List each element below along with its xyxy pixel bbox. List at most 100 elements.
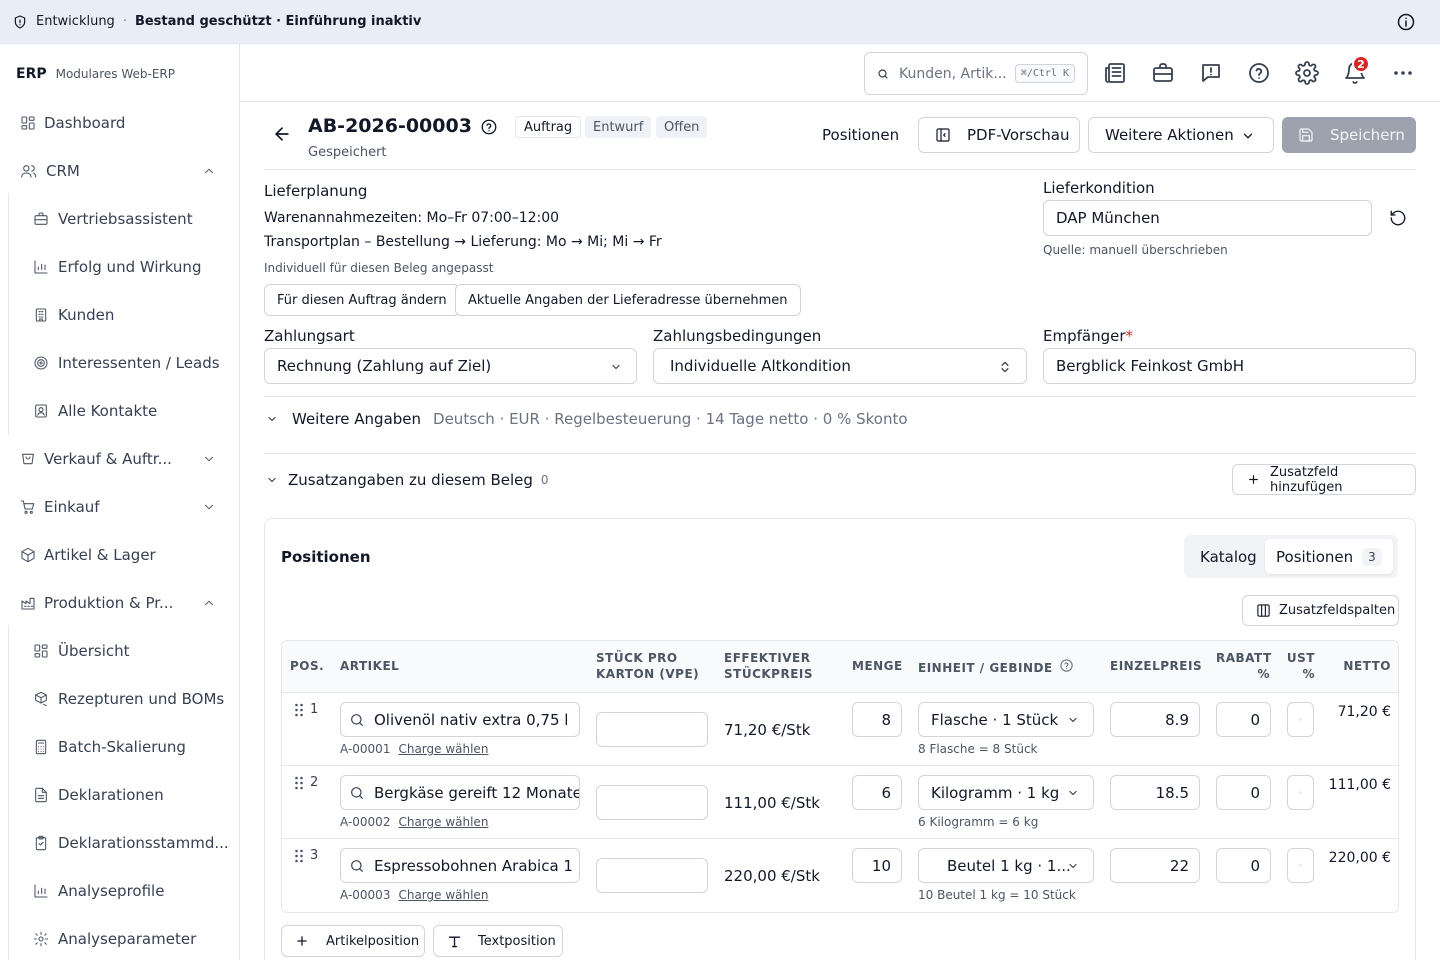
- payment-method-select[interactable]: Rechnung (Zahlung auf Ziel): [264, 348, 637, 384]
- more-actions-dropdown[interactable]: Weitere Aktionen: [1088, 117, 1274, 153]
- change-delivery-button[interactable]: Für diesen Auftrag ändern: [264, 284, 460, 316]
- sidebar-item-vertriebsassistent[interactable]: Vertriebsassistent: [8, 199, 232, 239]
- save-status: Gespeichert: [308, 145, 387, 160]
- payment-terms-select[interactable]: Individuelle Altkondition: [653, 348, 1027, 384]
- sidebar-item-crm[interactable]: CRM: [8, 151, 232, 191]
- banner-separator: ·: [122, 14, 127, 29]
- choose-batch-link[interactable]: Charge wählen: [398, 815, 488, 829]
- help-icon[interactable]: [1059, 658, 1074, 673]
- back-arrow-icon[interactable]: [272, 124, 292, 144]
- vpe-input[interactable]: [596, 858, 708, 893]
- recipient-label-text: Empfänger: [1043, 327, 1126, 345]
- more-icon[interactable]: [1391, 61, 1415, 85]
- vpe-input[interactable]: [596, 712, 708, 747]
- effective-price: 111,00 €/Stk: [724, 794, 820, 812]
- delivery-condition-source: Quelle: manuell überschrieben: [1043, 243, 1228, 257]
- sidebar-item-leads[interactable]: Interessenten / Leads: [8, 343, 232, 383]
- document-type-badge: Auftrag: [515, 116, 582, 138]
- choose-batch-link[interactable]: Charge wählen: [398, 742, 488, 756]
- sidebar-item-rezepturen[interactable]: Rezepturen und BOMs: [8, 679, 232, 719]
- save-button[interactable]: Speichern: [1282, 117, 1416, 153]
- discount-input[interactable]: 0: [1216, 775, 1271, 810]
- help-icon[interactable]: [1247, 61, 1271, 85]
- qty-input[interactable]: 8: [852, 702, 902, 737]
- sidebar-item-einkauf[interactable]: Einkauf: [8, 487, 232, 527]
- recipient-input[interactable]: Bergblick Feinkost GmbH: [1043, 348, 1416, 384]
- search-icon: [877, 68, 889, 80]
- unit-value: Flasche · 1 Stück: [931, 710, 1059, 729]
- unit-price-input[interactable]: 18.5: [1110, 775, 1200, 810]
- sidebar-item-dashboard[interactable]: Dashboard: [8, 103, 232, 143]
- sidebar-item-deklarationen[interactable]: Deklarationen: [8, 775, 232, 815]
- gear-icon[interactable]: [1295, 61, 1319, 85]
- article-search-input[interactable]: Espressobohnen Arabica 1 kg: [340, 848, 580, 883]
- search-icon: [349, 712, 365, 728]
- unit-price-input[interactable]: 22: [1110, 848, 1200, 883]
- sidebar-item-batch[interactable]: Batch-Skalierung: [8, 727, 232, 767]
- chevron-down-icon: [1067, 860, 1079, 872]
- apply-address-button[interactable]: Aktuelle Angaben der Lieferadresse übern…: [455, 284, 801, 316]
- unit-select[interactable]: Flasche · 1 Stück: [918, 702, 1094, 737]
- brand-name: ERP: [16, 66, 47, 82]
- delivery-condition-input[interactable]: DAP München: [1043, 200, 1372, 236]
- sidebar-item-produktion[interactable]: Produktion & Pr...: [8, 583, 232, 623]
- drag-handle-icon[interactable]: [294, 776, 304, 790]
- qty-input[interactable]: 10: [852, 848, 902, 883]
- sidebar-item-erfolg[interactable]: Erfolg und Wirkung: [8, 247, 232, 287]
- sidebar-item-analyseparameter[interactable]: Analyseparameter: [8, 919, 232, 959]
- reset-icon[interactable]: [1389, 209, 1407, 227]
- add-article-position-button[interactable]: Artikelposition: [281, 925, 425, 957]
- vat-input[interactable]: ·: [1287, 775, 1314, 810]
- search-icon: [349, 785, 365, 801]
- sidebar-item-uebersicht[interactable]: Übersicht: [8, 631, 232, 671]
- help-icon[interactable]: [480, 118, 498, 136]
- article-search-input[interactable]: Olivenöl nativ extra 0,75 l: [340, 702, 580, 737]
- newspaper-icon[interactable]: [1103, 61, 1127, 85]
- briefcase-icon[interactable]: [1151, 61, 1175, 85]
- info-icon[interactable]: [1396, 12, 1416, 32]
- article-search-input[interactable]: Bergkäse gereift 12 Monate: [340, 775, 580, 810]
- vpe-input[interactable]: [596, 785, 708, 820]
- vat-input[interactable]: ·: [1287, 702, 1314, 737]
- sidebar-item-analyseprofile[interactable]: Analyseprofile: [8, 871, 232, 911]
- extra-info-toggle[interactable]: Zusatzangaben zu diesem Beleg 0: [264, 471, 549, 489]
- unit-price-input[interactable]: 8.9: [1110, 702, 1200, 737]
- unit-value: Kilogramm · 1 kg: [931, 783, 1060, 802]
- more-info-toggle[interactable]: Weitere Angaben Deutsch · EUR · Regelbes…: [264, 410, 908, 428]
- sidebar-item-verkauf[interactable]: Verkauf & Auftr...: [8, 439, 232, 479]
- sidebar-item-artikel[interactable]: Artikel & Lager: [8, 535, 232, 575]
- vat-input[interactable]: ·: [1287, 848, 1314, 883]
- sidebar-item-kunden[interactable]: Kunden: [8, 295, 232, 335]
- col-vpe-line1: STÜCK PRO: [596, 651, 678, 665]
- extra-columns-button[interactable]: Zusatzfeldspalten: [1242, 595, 1399, 626]
- col-unit: EINHEIT / GEBINDE: [918, 661, 1053, 675]
- qty-input[interactable]: 6: [852, 775, 902, 810]
- article-name: Espressobohnen Arabica 1 kg: [374, 856, 580, 875]
- drag-handle-icon[interactable]: [294, 703, 304, 717]
- discount-input[interactable]: 0: [1216, 848, 1271, 883]
- positions-link-button[interactable]: Positionen: [810, 117, 906, 153]
- sidebar-item-label: Übersicht: [58, 642, 130, 660]
- sidebar-item-kontakte[interactable]: Alle Kontakte: [8, 391, 232, 431]
- factory-icon: [20, 595, 36, 611]
- transport-plan: Transportplan – Bestellung → Lieferung: …: [264, 234, 662, 250]
- add-extra-field-button[interactable]: Zusatzfeld hinzufügen: [1232, 464, 1416, 495]
- tab-catalog[interactable]: Katalog: [1200, 539, 1257, 574]
- discount-input[interactable]: 0: [1216, 702, 1271, 737]
- add-text-position-button[interactable]: Textposition: [433, 925, 563, 957]
- col-eff-line2: STÜCKPREIS: [724, 667, 814, 681]
- chart-icon: [33, 259, 49, 275]
- search-input[interactable]: Kunden, Artik...: [899, 66, 1007, 82]
- feedback-icon[interactable]: [1199, 61, 1223, 85]
- col-price: EINZELPREIS: [1110, 659, 1203, 673]
- unit-select[interactable]: Beutel 1 kg · 1...: [918, 848, 1094, 883]
- global-search[interactable]: Kunden, Artik... ⌘/Ctrl K: [864, 52, 1088, 95]
- unit-select[interactable]: Kilogramm · 1 kg: [918, 775, 1094, 810]
- drag-handle-icon[interactable]: [294, 849, 304, 863]
- tab-positions[interactable]: Positionen 3: [1265, 539, 1393, 574]
- delivery-condition-value: DAP München: [1056, 209, 1160, 227]
- brand[interactable]: ERP Modulares Web-ERP: [16, 66, 175, 82]
- sidebar-item-deklarationsstamm[interactable]: Deklarationsstammd...: [8, 823, 232, 863]
- pdf-preview-button[interactable]: PDF-Vorschau: [918, 117, 1080, 153]
- choose-batch-link[interactable]: Charge wählen: [398, 888, 488, 902]
